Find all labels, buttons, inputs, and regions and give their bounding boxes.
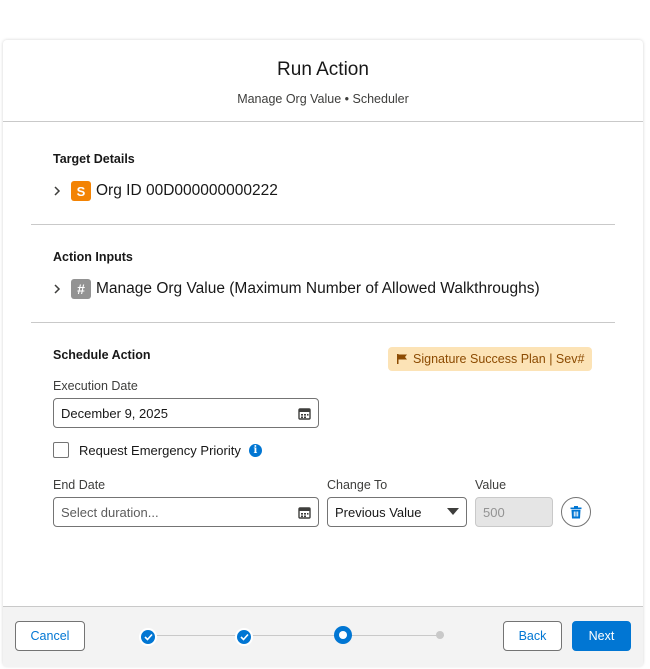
target-details-heading: Target Details: [53, 152, 135, 166]
end-date-label: End Date: [53, 478, 106, 492]
chevron-right-icon[interactable]: [53, 186, 63, 196]
action-input-label: Manage Org Value (Maximum Number of Allo…: [96, 280, 540, 297]
modal-title: Run Action: [277, 59, 369, 80]
change-to-select[interactable]: Previous Value: [327, 497, 467, 527]
calendar-icon[interactable]: [298, 407, 311, 420]
change-to-label: Change To: [327, 478, 388, 492]
progress-track: [157, 635, 444, 636]
caret-down-icon: [447, 508, 459, 515]
progress-step-4[interactable]: [436, 631, 444, 639]
delete-button[interactable]: [561, 497, 591, 527]
chevron-right-icon[interactable]: [53, 284, 63, 294]
schedule-action-heading: Schedule Action: [53, 348, 151, 362]
value-input-value: 500: [483, 504, 505, 520]
cancel-button[interactable]: Cancel: [15, 621, 85, 651]
modal-header: Run Action Manage Org Value • Scheduler: [3, 40, 643, 122]
progress-step-3[interactable]: [334, 626, 352, 644]
check-icon: [239, 633, 249, 641]
emergency-priority-checkbox[interactable]: [53, 442, 69, 458]
number-field-icon: #: [71, 279, 91, 299]
action-input-row[interactable]: # Manage Org Value (Maximum Number of Al…: [53, 278, 540, 300]
run-action-modal: Run Action Manage Org Value • Scheduler …: [3, 40, 643, 667]
success-plan-badge: Signature Success Plan | Sev#: [388, 347, 593, 371]
action-inputs-heading: Action Inputs: [53, 250, 133, 264]
end-date-input[interactable]: Select duration...: [53, 497, 319, 527]
execution-date-value: December 9, 2025: [61, 405, 168, 421]
value-label: Value: [475, 478, 507, 492]
section-divider: [31, 224, 615, 225]
modal-subtitle: Manage Org Value • Scheduler: [237, 92, 409, 106]
trash-icon: [570, 505, 582, 518]
target-org-label: Org ID 00D000000000222: [96, 182, 278, 199]
back-button[interactable]: Back: [503, 621, 562, 651]
emergency-priority-row: Request Emergency Priority i: [53, 442, 262, 458]
change-to-value: Previous Value: [335, 504, 422, 520]
modal-footer: Cancel Back Next: [3, 606, 643, 667]
progress-step-2[interactable]: [235, 628, 253, 646]
info-icon[interactable]: i: [248, 443, 262, 457]
end-date-placeholder: Select duration...: [61, 504, 159, 520]
emergency-priority-label: Request Emergency Priority: [79, 442, 241, 458]
target-org-row[interactable]: S Org ID 00D000000000222: [53, 180, 278, 202]
next-button[interactable]: Next: [572, 621, 631, 651]
execution-date-input[interactable]: December 9, 2025: [53, 398, 319, 428]
progress-step-1[interactable]: [139, 628, 157, 646]
check-icon: [143, 633, 153, 641]
section-divider: [31, 322, 615, 323]
execution-date-label: Execution Date: [53, 379, 138, 393]
calendar-icon[interactable]: [298, 506, 311, 519]
success-plan-label: Signature Success Plan | Sev#: [413, 352, 585, 366]
salesforce-org-icon: S: [71, 181, 91, 201]
value-input: 500: [475, 497, 553, 527]
flag-icon: [397, 354, 407, 364]
